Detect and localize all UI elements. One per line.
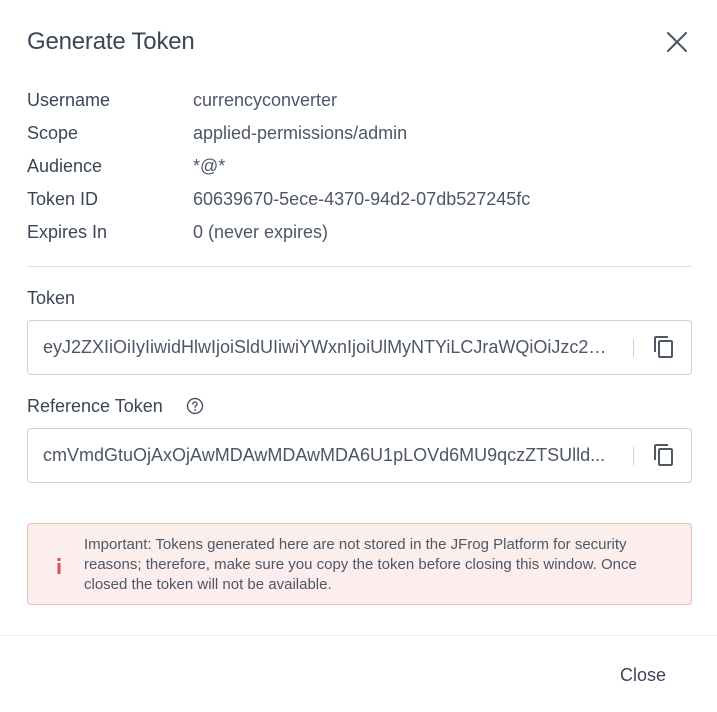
exclamation-icon xyxy=(57,558,61,574)
footer-divider xyxy=(0,635,717,636)
info-label: Token ID xyxy=(27,189,99,209)
token-label: Token xyxy=(27,288,76,308)
copy-icon[interactable] xyxy=(652,335,676,359)
info-label: Username xyxy=(27,90,111,110)
security-warning-alert: Important: Tokens generated here are not… xyxy=(27,523,692,605)
alert-message: Important: Tokens generated here are not… xyxy=(84,536,637,593)
reference-token-label: Reference Token xyxy=(27,396,163,416)
dialog-title: Generate Token xyxy=(27,28,195,55)
help-circle-icon[interactable] xyxy=(186,397,204,415)
info-value: 0 (never expires) xyxy=(193,222,329,242)
section-divider xyxy=(27,266,692,267)
close-button[interactable]: Close xyxy=(604,657,682,693)
copy-icon[interactable] xyxy=(652,443,676,467)
close-x-icon[interactable] xyxy=(662,27,692,57)
reference-token-value[interactable]: cmVmdGtuOjAxOjAwMDAwMDAwMDA6U1pLOVd6MU9q… xyxy=(43,429,613,482)
field-separator xyxy=(633,339,634,357)
reference-token-field: cmVmdGtuOjAxOjAwMDAwMDAwMDA6U1pLOVd6MU9q… xyxy=(27,428,692,483)
info-label: Scope xyxy=(27,123,79,143)
token-field: eyJ2ZXIiOiIyIiwidHlwIjoiSldUIiwiYWxnIjoi… xyxy=(27,320,692,375)
info-value: *@* xyxy=(193,156,226,176)
token-value[interactable]: eyJ2ZXIiOiIyIiwidHlwIjoiSldUIiwiYWxnIjoi… xyxy=(43,321,613,374)
info-label: Expires In xyxy=(27,222,108,242)
info-value: applied-permissions/admin xyxy=(193,123,408,143)
info-value: currencyconverter xyxy=(193,90,338,110)
field-separator xyxy=(633,447,634,465)
generate-token-dialog: Generate Token Username currencyconverte… xyxy=(0,0,717,712)
info-label: Audience xyxy=(27,156,103,176)
info-value: 60639670-5ece-4370-94d2-07db527245fc xyxy=(193,189,531,209)
